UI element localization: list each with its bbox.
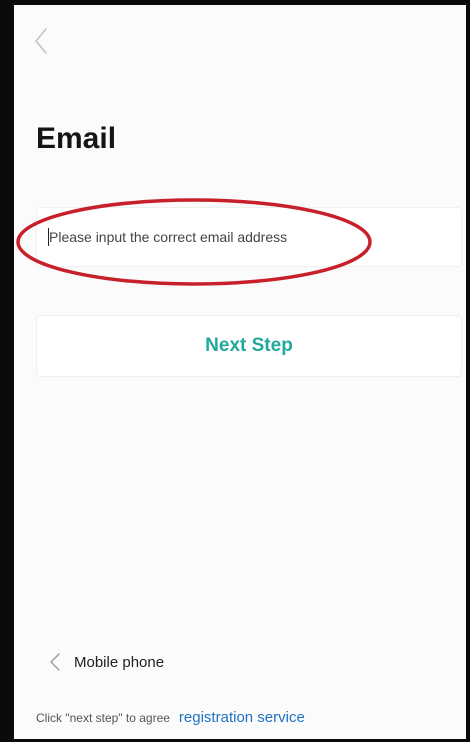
agreement-line: Click "next step" to agree registration … [36, 709, 305, 726]
device-frame-right [466, 0, 470, 742]
page-title: Email [36, 122, 117, 155]
chevron-left-icon [50, 653, 60, 671]
back-button[interactable] [28, 21, 54, 61]
mobile-phone-label: Mobile phone [74, 653, 165, 671]
chevron-left-icon [35, 28, 47, 54]
email-field-container[interactable] [36, 207, 462, 267]
text-caret [48, 228, 49, 246]
email-input[interactable] [47, 226, 379, 248]
next-step-label: Next Step [205, 335, 293, 356]
registration-service-link[interactable]: registration service [179, 709, 305, 726]
agreement-text: Click "next step" to agree [36, 711, 170, 725]
device-frame-left [0, 0, 14, 742]
next-step-button[interactable]: Next Step [36, 315, 462, 377]
mobile-phone-link[interactable]: Mobile phone [48, 650, 164, 674]
email-registration-screen: Email Next Step Mobile phone Click "next… [14, 5, 466, 739]
